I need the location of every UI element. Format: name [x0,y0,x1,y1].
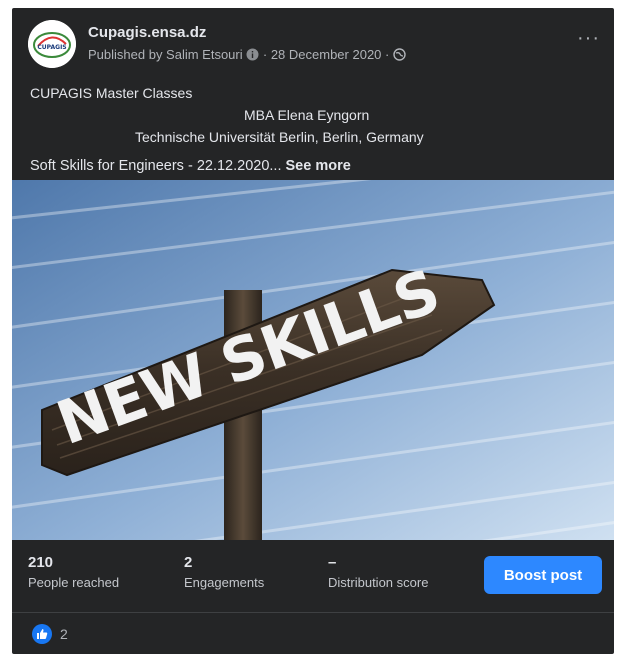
post-image[interactable]: NEW SKILLS [12,180,614,540]
post-line-4-text: Soft Skills for Engineers - 22.12.2020..… [30,158,282,174]
post-line-4: Soft Skills for Engineers - 22.12.2020..… [30,158,351,174]
engagements-label: Engagements [184,575,265,590]
globe-icon [393,48,406,64]
distribution-score-stat[interactable]: – Distribution score [328,554,428,590]
see-more-link[interactable]: See more [286,158,351,174]
post-header: CUPAGIS Cupagis.ensa.dz Published by Sal… [12,8,614,72]
post-card: CUPAGIS Cupagis.ensa.dz Published by Sal… [12,8,614,654]
info-icon[interactable] [246,48,259,64]
post-line-2: MBA Elena Eyngorn [244,107,370,123]
like-icon [32,624,52,644]
boost-post-button[interactable]: Boost post [484,556,602,594]
people-reached-stat[interactable]: 210 People reached [28,554,119,590]
post-line-1: CUPAGIS Master Classes [30,85,193,101]
cupagis-logo: CUPAGIS [28,20,76,68]
page-name-link[interactable]: Cupagis.ensa.dz [88,24,206,41]
post-insights: 210 People reached 2 Engagements – Distr… [12,540,614,613]
distribution-score-value: – [328,554,337,571]
post-line-3: Technische Universität Berlin, Berlin, G… [135,129,424,145]
reactions-summary[interactable]: 2 [32,624,68,644]
avatar-logo-text: CUPAGIS [37,44,66,51]
more-options-icon[interactable]: ··· [577,28,600,48]
new-skills-sign-image: NEW SKILLS [12,180,614,540]
people-reached-label: People reached [28,575,120,590]
distribution-score-label: Distribution score [328,575,429,590]
byline-publisher[interactable]: Published by Salim Etsouri [88,47,243,62]
engagements-stat[interactable]: 2 Engagements [184,554,264,590]
people-reached-value: 210 [28,554,54,571]
post-byline: Published by Salim Etsouri · 28 December… [88,47,406,64]
reactions-count: 2 [60,626,68,642]
page-avatar[interactable]: CUPAGIS [28,20,76,68]
byline-date[interactable]: · 28 December 2020 · [263,47,389,62]
engagements-value: 2 [184,554,193,571]
